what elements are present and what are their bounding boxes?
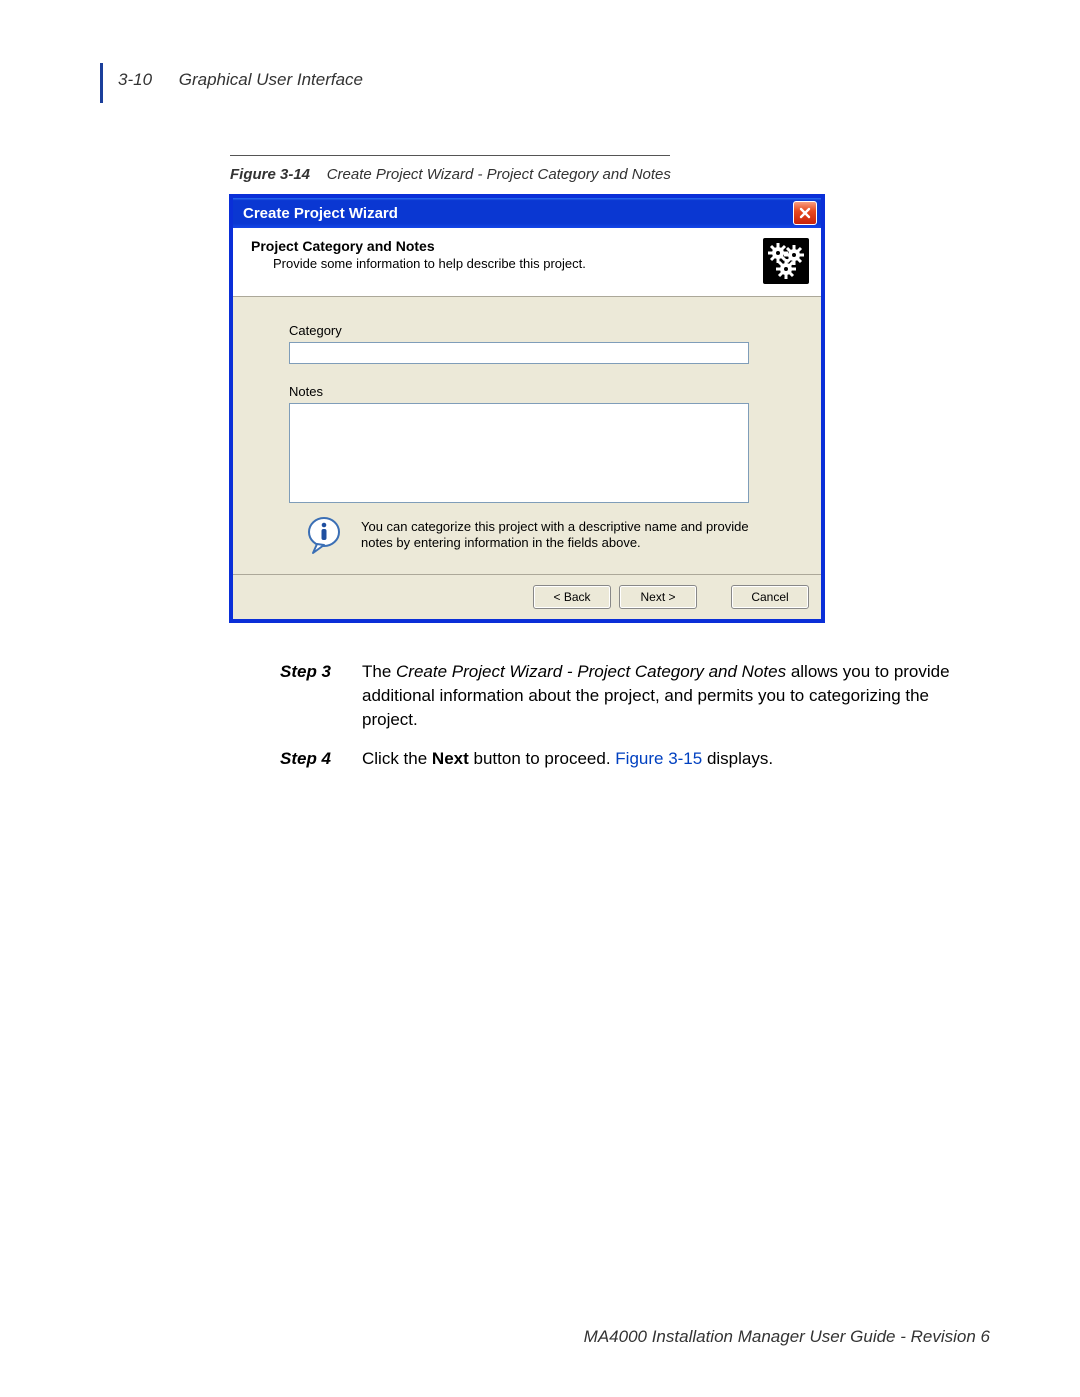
figure-link[interactable]: Figure 3-15 xyxy=(615,749,702,768)
step-3-label: Step 3 xyxy=(280,660,344,731)
next-button[interactable]: Next > xyxy=(619,585,697,609)
dialog-body: Category Notes You can categorize this p… xyxy=(233,297,821,574)
close-icon xyxy=(799,207,811,219)
close-button[interactable] xyxy=(793,201,817,225)
steps-block: Step 3 The Create Project Wizard - Proje… xyxy=(280,660,980,771)
page-number: 3-10 xyxy=(118,70,152,89)
figure-rule xyxy=(230,155,670,156)
wizard-dialog: Create Project Wizard Project Category a… xyxy=(230,195,824,622)
step-4-label: Step 4 xyxy=(280,747,344,771)
step-3: Step 3 The Create Project Wizard - Proje… xyxy=(280,660,980,731)
gears-icon xyxy=(763,238,809,284)
figure-caption: Figure 3-14 Create Project Wizard - Proj… xyxy=(230,166,990,183)
figure-title: Create Project Wizard - Project Category… xyxy=(327,166,671,183)
banner: Project Category and Notes Provide some … xyxy=(233,228,821,297)
hint-text: You can categorize this project with a d… xyxy=(361,517,775,552)
step-4: Step 4 Click the Next button to proceed.… xyxy=(280,747,980,771)
header-side-rule xyxy=(100,63,103,103)
titlebar: Create Project Wizard xyxy=(233,198,821,228)
figure-label: Figure 3-14 xyxy=(230,166,310,183)
section-title: Graphical User Interface xyxy=(179,70,363,89)
banner-title: Project Category and Notes xyxy=(251,238,763,254)
titlebar-text: Create Project Wizard xyxy=(243,205,398,222)
info-icon xyxy=(307,517,341,558)
category-input[interactable] xyxy=(289,342,749,364)
cancel-button[interactable]: Cancel xyxy=(731,585,809,609)
step-4-text: Click the Next button to proceed. Figure… xyxy=(362,747,773,771)
banner-subtitle: Provide some information to help describ… xyxy=(273,256,763,271)
button-bar: < Back Next > Cancel xyxy=(233,574,821,619)
notes-label: Notes xyxy=(289,384,775,399)
category-label: Category xyxy=(289,323,775,338)
step-3-text: The Create Project Wizard - Project Cate… xyxy=(362,660,980,731)
page-footer: MA4000 Installation Manager User Guide -… xyxy=(584,1327,990,1347)
page-header: 3-10 Graphical User Interface xyxy=(118,70,990,90)
back-button[interactable]: < Back xyxy=(533,585,611,609)
notes-input[interactable] xyxy=(289,403,749,503)
